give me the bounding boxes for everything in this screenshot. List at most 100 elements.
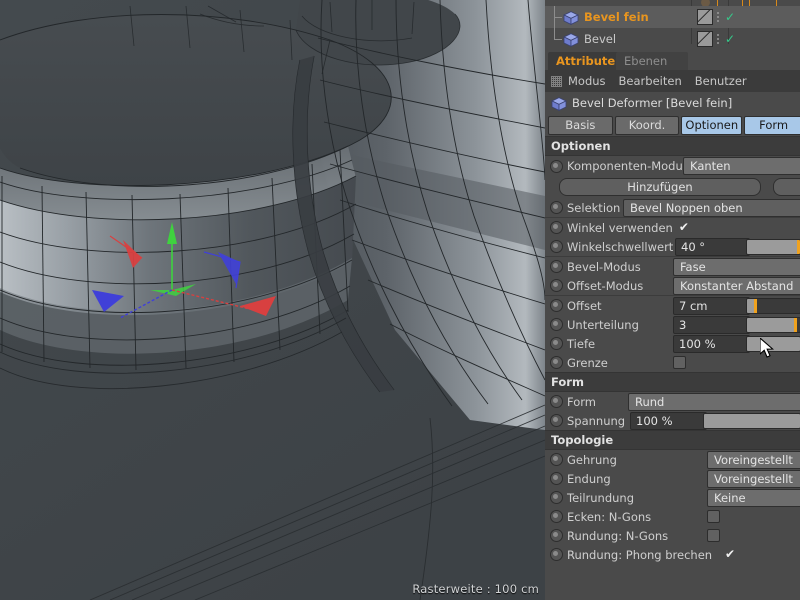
row-rundung-ngons[interactable]: Rundung: N-Gons [545, 526, 800, 545]
row-ecken-ngons[interactable]: Ecken: N-Gons [545, 507, 800, 526]
grid-icon[interactable] [551, 75, 562, 87]
row-bevel-modus[interactable]: Bevel-Modus Fase [545, 257, 800, 276]
label-spannung: Spannung [567, 413, 626, 428]
animate-dot-icon-bevel[interactable] [550, 260, 563, 273]
visibility-check-icon-2[interactable]: ✓ [725, 33, 735, 45]
label-unterteilung: Unterteilung [567, 317, 639, 332]
komponenten-modus-dropdown[interactable]: Kanten [683, 157, 800, 175]
viewport-3d[interactable]: Rasterweite : 100 cm [0, 0, 545, 600]
offset-modus-dropdown[interactable]: Konstanter Abstand [673, 276, 800, 295]
row-rundung-phong[interactable]: Rundung: Phong brechen ✔ [545, 545, 800, 564]
restriction-tag-icon-2[interactable] [697, 31, 713, 47]
rundung-phong-checkbox[interactable]: ✔ [725, 548, 735, 560]
row-hinzufuegen[interactable]: Hinzufügen [545, 176, 800, 198]
animate-dot-icon-unter[interactable] [550, 318, 563, 331]
tab-ebenen[interactable]: Ebenen [616, 52, 688, 70]
label-endung: Endung [567, 471, 611, 486]
offset-input[interactable]: 7 cm [673, 296, 750, 315]
grenze-checkbox[interactable] [673, 356, 686, 369]
row-teilrundung[interactable]: Teilrundung Keine [545, 488, 800, 507]
winkelschwellwert-input[interactable]: 40 ° [675, 237, 750, 256]
gehrung-dropdown[interactable]: Voreingestellt [707, 450, 800, 469]
label-offset-modus: Offset-Modus [567, 278, 644, 293]
form-dropdown[interactable]: Rund [628, 392, 800, 411]
manager-tab-bar[interactable]: Attribute Ebenen [545, 50, 800, 70]
restriction-tag-icon[interactable] [697, 9, 713, 25]
row-gehrung[interactable]: Gehrung Voreingestellt [545, 450, 800, 469]
hinzufuegen-button[interactable]: Hinzufügen [559, 178, 761, 196]
row-winkelschwellwert[interactable]: Winkelschwellwert 40 ° [545, 237, 800, 256]
label-rundung-ngons: Rundung: N-Gons [567, 528, 669, 543]
animate-dot-icon-rundngons[interactable] [550, 529, 563, 542]
row-komponenten-modus[interactable]: Komponenten-Modus Kanten [545, 156, 800, 176]
tab-form[interactable]: Form [744, 115, 800, 135]
row-selektion[interactable]: Selektion Bevel Noppen oben [545, 198, 800, 217]
ecken-ngons-checkbox[interactable] [707, 510, 720, 523]
animate-dot-icon-tiefe[interactable] [550, 337, 563, 350]
animate-dot-icon-selektion[interactable] [550, 201, 563, 214]
menu-modus[interactable]: Modus [568, 74, 606, 88]
animate-dot-icon-spannung[interactable] [550, 414, 563, 427]
animate-dot-icon-grenze[interactable] [550, 356, 563, 369]
label-rundung-phong: Rundung: Phong brechen [567, 547, 713, 562]
row-winkel-verwenden[interactable]: Winkel verwenden ✔ [545, 218, 800, 237]
animate-dot-icon-winkel[interactable] [550, 221, 563, 234]
animate-dot-icon-ecken[interactable] [550, 510, 563, 523]
winkelschwellwert-slider[interactable] [746, 238, 800, 255]
teilrundung-dropdown[interactable]: Keine [707, 488, 800, 507]
object-row-bevel-fein[interactable]: Bevel fein ✓ [545, 6, 800, 28]
label-gehrung: Gehrung [567, 452, 617, 467]
object-tags-2[interactable]: ✓ [697, 28, 735, 50]
animate-dot-icon-teilrund[interactable] [550, 491, 563, 504]
tiefe-input[interactable]: 100 % [673, 334, 750, 353]
visibility-check-icon[interactable]: ✓ [725, 11, 735, 23]
tiefe-slider[interactable] [746, 335, 800, 352]
animate-dot-icon[interactable] [550, 159, 563, 173]
label-ecken-ngons: Ecken: N-Gons [567, 509, 652, 524]
spannung-input[interactable]: 100 % [630, 411, 707, 430]
tab-basis[interactable]: Basis [548, 115, 613, 135]
rundung-ngons-checkbox[interactable] [707, 529, 720, 542]
property-tab-bar[interactable]: Basis Koord. Optionen Form [545, 114, 800, 136]
section-topologie: Topologie [545, 430, 800, 450]
animate-dot-icon-offset[interactable] [550, 299, 563, 312]
tree-branch-icon [545, 6, 563, 28]
row-spannung[interactable]: Spannung 100 % [545, 411, 800, 430]
row-tiefe[interactable]: Tiefe 100 % [545, 334, 800, 353]
animate-dot-icon-form[interactable] [550, 395, 563, 408]
unterteilung-slider[interactable] [746, 316, 800, 333]
animate-dot-icon-offmode[interactable] [550, 279, 563, 292]
row-offset[interactable]: Offset 7 cm [545, 296, 800, 315]
row-offset-modus[interactable]: Offset-Modus Konstanter Abstand [545, 276, 800, 295]
deformer-cube-icon [563, 10, 579, 26]
label-teilrundung: Teilrundung [567, 490, 635, 505]
animate-dot-icon-gehrung[interactable] [550, 453, 563, 466]
selektion-field[interactable]: Bevel Noppen oben [623, 198, 800, 217]
animate-dot-icon-phong[interactable] [550, 548, 563, 561]
animate-dot-icon-schwell[interactable] [550, 240, 563, 253]
secondary-button[interactable] [773, 178, 800, 196]
tab-optionen[interactable]: Optionen [681, 115, 743, 135]
offset-slider[interactable] [746, 297, 800, 314]
row-endung[interactable]: Endung Voreingestellt [545, 469, 800, 488]
object-tags[interactable]: ✓ [697, 6, 735, 28]
object-name-2: Bevel [584, 32, 617, 46]
row-grenze[interactable]: Grenze [545, 353, 800, 372]
row-unterteilung[interactable]: Unterteilung 3 [545, 315, 800, 334]
menu-bearbeiten[interactable]: Bearbeiten [619, 74, 682, 88]
spannung-slider[interactable] [703, 412, 800, 429]
row-form[interactable]: Form Rund [545, 392, 800, 411]
winkel-verwenden-checkbox[interactable]: ✔ [679, 221, 689, 233]
object-manager[interactable]: Bevel fein ✓ Bevel ✓ [545, 0, 800, 51]
label-tiefe: Tiefe [567, 336, 596, 351]
object-header-title: Bevel Deformer [Bevel fein] [572, 96, 733, 110]
tab-koord[interactable]: Koord. [614, 115, 680, 135]
object-row-bevel[interactable]: Bevel ✓ [545, 28, 800, 50]
animate-dot-icon-endung[interactable] [550, 472, 563, 485]
bevel-modus-dropdown[interactable]: Fase [673, 257, 800, 276]
attribute-body: Optionen Komponenten-Modus Kanten Hinzuf… [545, 136, 800, 600]
unterteilung-input[interactable]: 3 [673, 315, 750, 334]
endung-dropdown[interactable]: Voreingestellt [707, 469, 800, 488]
menu-benutzer[interactable]: Benutzer [695, 74, 747, 88]
attribute-menu-bar[interactable]: Modus Bearbeiten Benutzer [545, 70, 800, 93]
